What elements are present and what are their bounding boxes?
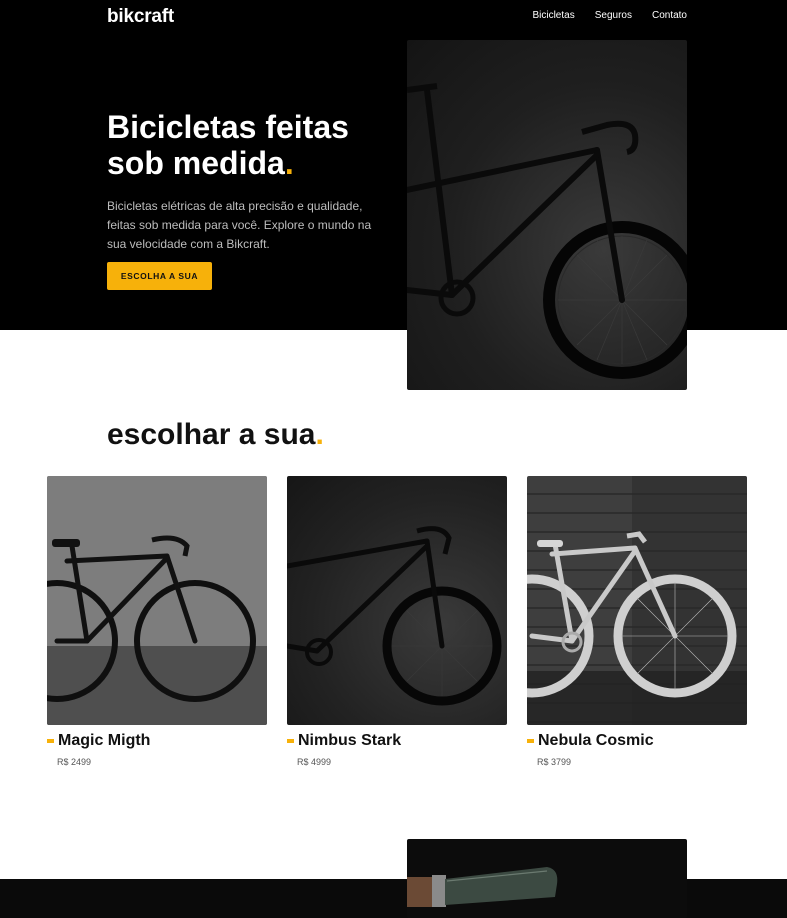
hero-title-dot: . (284, 145, 294, 181)
product-name-text[interactable]: Magic Migth (58, 732, 150, 750)
nav-link-contato[interactable]: Contato (652, 10, 687, 21)
product-price: R$ 4999 (297, 757, 332, 767)
product-price: R$ 2499 (57, 757, 92, 767)
product-card-nimbus-stark[interactable]: Nimbus Stark R$ 4999 (287, 476, 507, 767)
products-title-text: escolhar a sua (107, 418, 316, 451)
hero-title: Bicicletas feitas sob medida. (107, 109, 407, 181)
tool-image (407, 839, 687, 918)
accent-bar (47, 739, 54, 743)
accent-bar (287, 739, 294, 743)
product-price: R$ 3799 (537, 757, 572, 767)
logo[interactable]: bikcraft (107, 6, 174, 28)
product-name-text[interactable]: Nebula Cosmic (538, 732, 654, 750)
product-card-magic-migth[interactable]: Magic Migth R$ 2499 (47, 476, 267, 767)
accent-bar (527, 739, 534, 743)
products-title: escolhar a sua. (107, 418, 324, 452)
product-card-nebula-cosmic[interactable]: Nebula Cosmic R$ 3799 (527, 476, 747, 767)
hero-bike-image (407, 40, 687, 390)
product-name[interactable]: Nebula Cosmic (527, 732, 654, 750)
main-nav: Bicicletas Seguros Contato (532, 10, 687, 21)
product-name[interactable]: Magic Migth (47, 732, 150, 750)
product-image[interactable] (527, 476, 747, 725)
product-name-text[interactable]: Nimbus Stark (298, 732, 401, 750)
product-name[interactable]: Nimbus Stark (287, 732, 401, 750)
choose-button[interactable]: ESCOLHA A SUA (107, 262, 212, 290)
nav-link-seguros[interactable]: Seguros (595, 10, 632, 21)
product-image[interactable] (47, 476, 267, 725)
hero-description: Bicicletas elétricas de alta precisão e … (107, 199, 372, 251)
nav-link-bicicletas[interactable]: Bicicletas (532, 10, 574, 21)
product-image[interactable] (287, 476, 507, 725)
hero-title-text: Bicicletas feitas sob medida (107, 109, 349, 181)
products-title-dot: . (315, 418, 324, 451)
